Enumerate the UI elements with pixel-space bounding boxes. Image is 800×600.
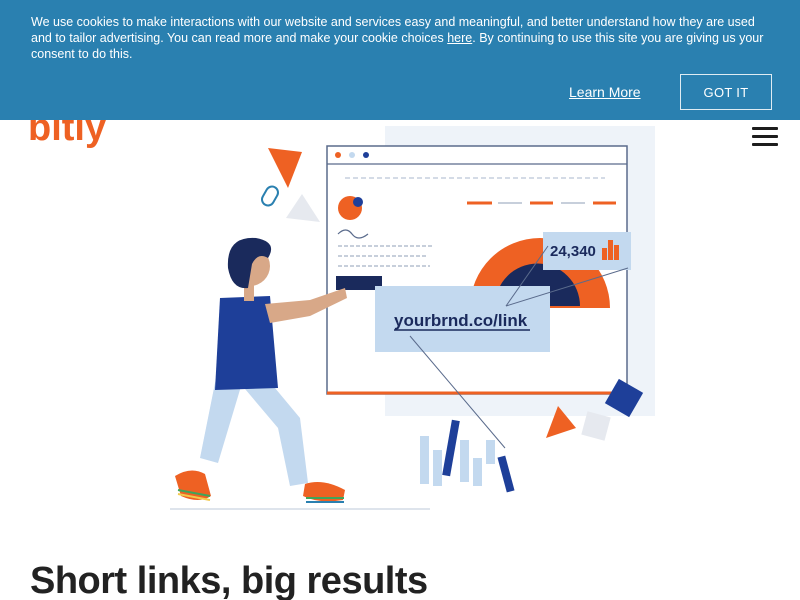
got-it-button[interactable]: GOT IT bbox=[680, 74, 772, 110]
short-link-text: yourbrnd.co/link bbox=[394, 311, 528, 330]
hero-illustration: 24,340 yourbrnd.co/link bbox=[170, 126, 655, 510]
cookie-banner: We use cookies to make interactions with… bbox=[0, 0, 800, 120]
stat-card: 24,340 bbox=[543, 232, 631, 270]
paperclip-icon bbox=[261, 185, 279, 207]
cookie-message: We use cookies to make interactions with… bbox=[31, 14, 771, 62]
hamburger-menu-icon[interactable] bbox=[752, 127, 778, 147]
hero-headline: Short links, big results bbox=[30, 560, 428, 600]
gray-triangle bbox=[286, 194, 320, 222]
stat-value: 24,340 bbox=[550, 243, 596, 260]
learn-more-link[interactable]: Learn More bbox=[569, 84, 641, 100]
page: We use cookies to make interactions with… bbox=[0, 0, 800, 600]
cookie-here-link[interactable]: here bbox=[447, 31, 472, 45]
short-link-card: yourbrnd.co/link bbox=[375, 286, 550, 352]
orange-triangle bbox=[268, 148, 302, 188]
falling-bars-graphic bbox=[420, 419, 515, 493]
